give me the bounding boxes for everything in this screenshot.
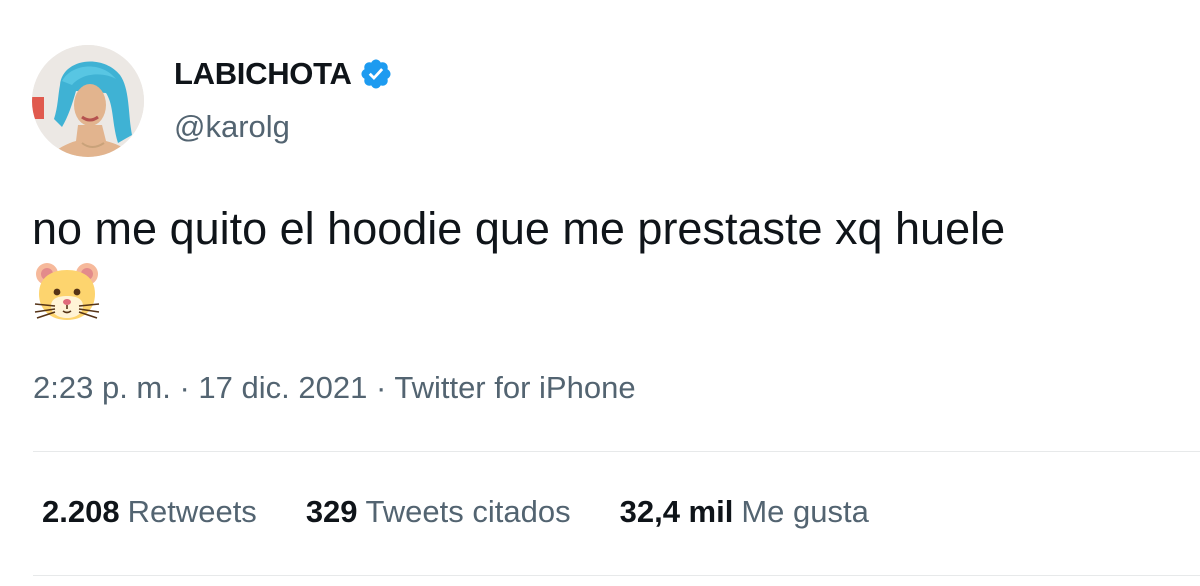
divider [33,451,1200,452]
tweet-stats: 2.208 Retweets 329 Tweets citados 32,4 mil… [42,494,918,530]
tweet-source[interactable]: Twitter for iPhone [394,370,635,405]
quote-tweets-label: Tweets citados [365,494,571,529]
tweet-meta: 2:23 p. m. · 17 dic. 2021 · Twitter for … [33,370,636,406]
avatar[interactable] [32,45,144,157]
meta-separator: · [367,370,395,405]
tweet-date[interactable]: 17 dic. 2021 [198,370,367,405]
meta-separator: · [170,370,199,405]
display-name[interactable]: LABICHOTA [174,56,352,92]
user-name-row[interactable]: LABICHOTA [174,56,393,92]
retweets-stat[interactable]: 2.208 Retweets [42,494,257,530]
hamster-face-emoji [33,262,101,329]
likes-count: 32,4 mil [619,494,734,529]
retweets-label: Retweets [127,494,257,529]
retweets-count: 2.208 [42,494,120,529]
quote-tweets-count: 329 [305,494,358,529]
likes-label: Me gusta [741,494,869,529]
profile-photo [32,45,144,157]
verified-badge-icon [359,57,393,91]
likes-stat[interactable]: 32,4 mil Me gusta [620,494,869,530]
tweet-time[interactable]: 2:23 p. m. [33,370,171,405]
tweet-text: no me quito el hoodie que me prestaste x… [32,203,1006,254]
user-block: LABICHOTA @karolg [174,56,393,145]
quote-tweets-stat[interactable]: 329 Tweets citados [306,494,571,530]
user-handle[interactable]: @karolg [174,109,393,145]
divider [33,575,1200,576]
